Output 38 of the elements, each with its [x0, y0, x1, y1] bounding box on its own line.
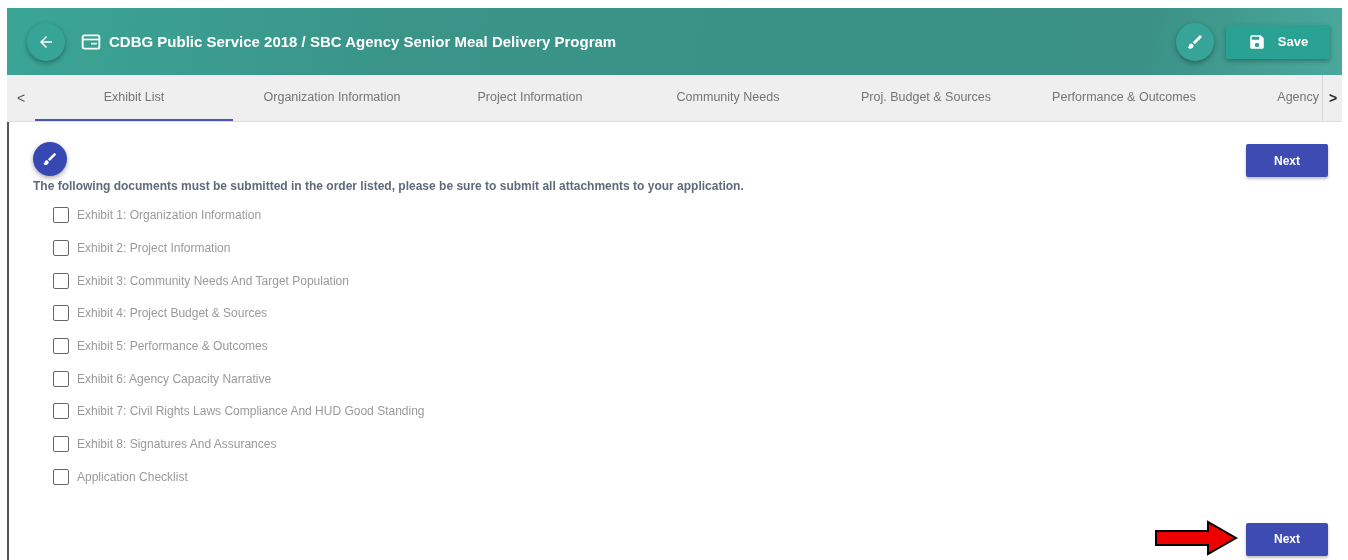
checkbox[interactable] [53, 403, 69, 420]
exhibit-label: Exhibit 7: Civil Rights Laws Compliance And HUD Good Standing [77, 404, 425, 419]
checkbox[interactable] [53, 468, 69, 485]
brush-icon [1186, 32, 1204, 51]
tab[interactable]: Performance & Outcomes [1025, 75, 1223, 121]
save-button[interactable]: Save [1226, 24, 1330, 59]
tab[interactable]: Proj. Budget & Sources [827, 75, 1025, 121]
edit-button[interactable] [33, 142, 67, 176]
edit-button[interactable] [1176, 22, 1214, 61]
exhibit-label: Exhibit 5: Performance & Outcomes [77, 339, 268, 354]
back-button[interactable] [27, 22, 65, 61]
tab[interactable]: Project Information [431, 75, 629, 121]
exhibit-label: Exhibit 2: Project Information [77, 241, 231, 256]
tab[interactable]: Exhibit List [35, 75, 233, 121]
checkbox[interactable] [53, 240, 69, 257]
tab[interactable]: Agency [1223, 75, 1322, 121]
checkbox[interactable] [53, 272, 69, 289]
brush-icon [42, 151, 58, 167]
card-icon [81, 32, 101, 51]
instructions-text: The following documents must be submitted in the order listed, please be sure to submit all attachments to your application. [33, 179, 745, 193]
next-button[interactable]: Next [1246, 144, 1328, 177]
scroll-left-button[interactable]: < [7, 75, 35, 121]
checkbox[interactable] [53, 207, 69, 224]
exhibit-label: Exhibit 4: Project Budget & Sources [77, 306, 268, 321]
tab[interactable]: Community Needs [629, 75, 827, 121]
exhibit-label: Application Checklist [77, 469, 188, 484]
scroll-right-button[interactable]: > [1322, 75, 1342, 121]
checkbox[interactable] [53, 436, 69, 453]
exhibit-label: Exhibit 1: Organization Information [77, 208, 262, 223]
checkbox[interactable] [53, 370, 69, 387]
exhibit-label: Exhibit 6: Agency Capacity Narrative [77, 371, 272, 386]
checkbox[interactable] [53, 305, 69, 322]
exhibit-label: Exhibit 8: Signatures And Assurances [77, 437, 277, 452]
checkbox[interactable] [53, 338, 69, 355]
tab[interactable]: Organization Information [233, 75, 431, 121]
page-title: CDBG Public Service 2018 / SBC Agency Senior Meal Delivery Program [109, 33, 617, 50]
next-button[interactable]: Next [1246, 522, 1328, 556]
exhibit-label: Exhibit 3: Community Needs And Target Population [77, 273, 349, 288]
